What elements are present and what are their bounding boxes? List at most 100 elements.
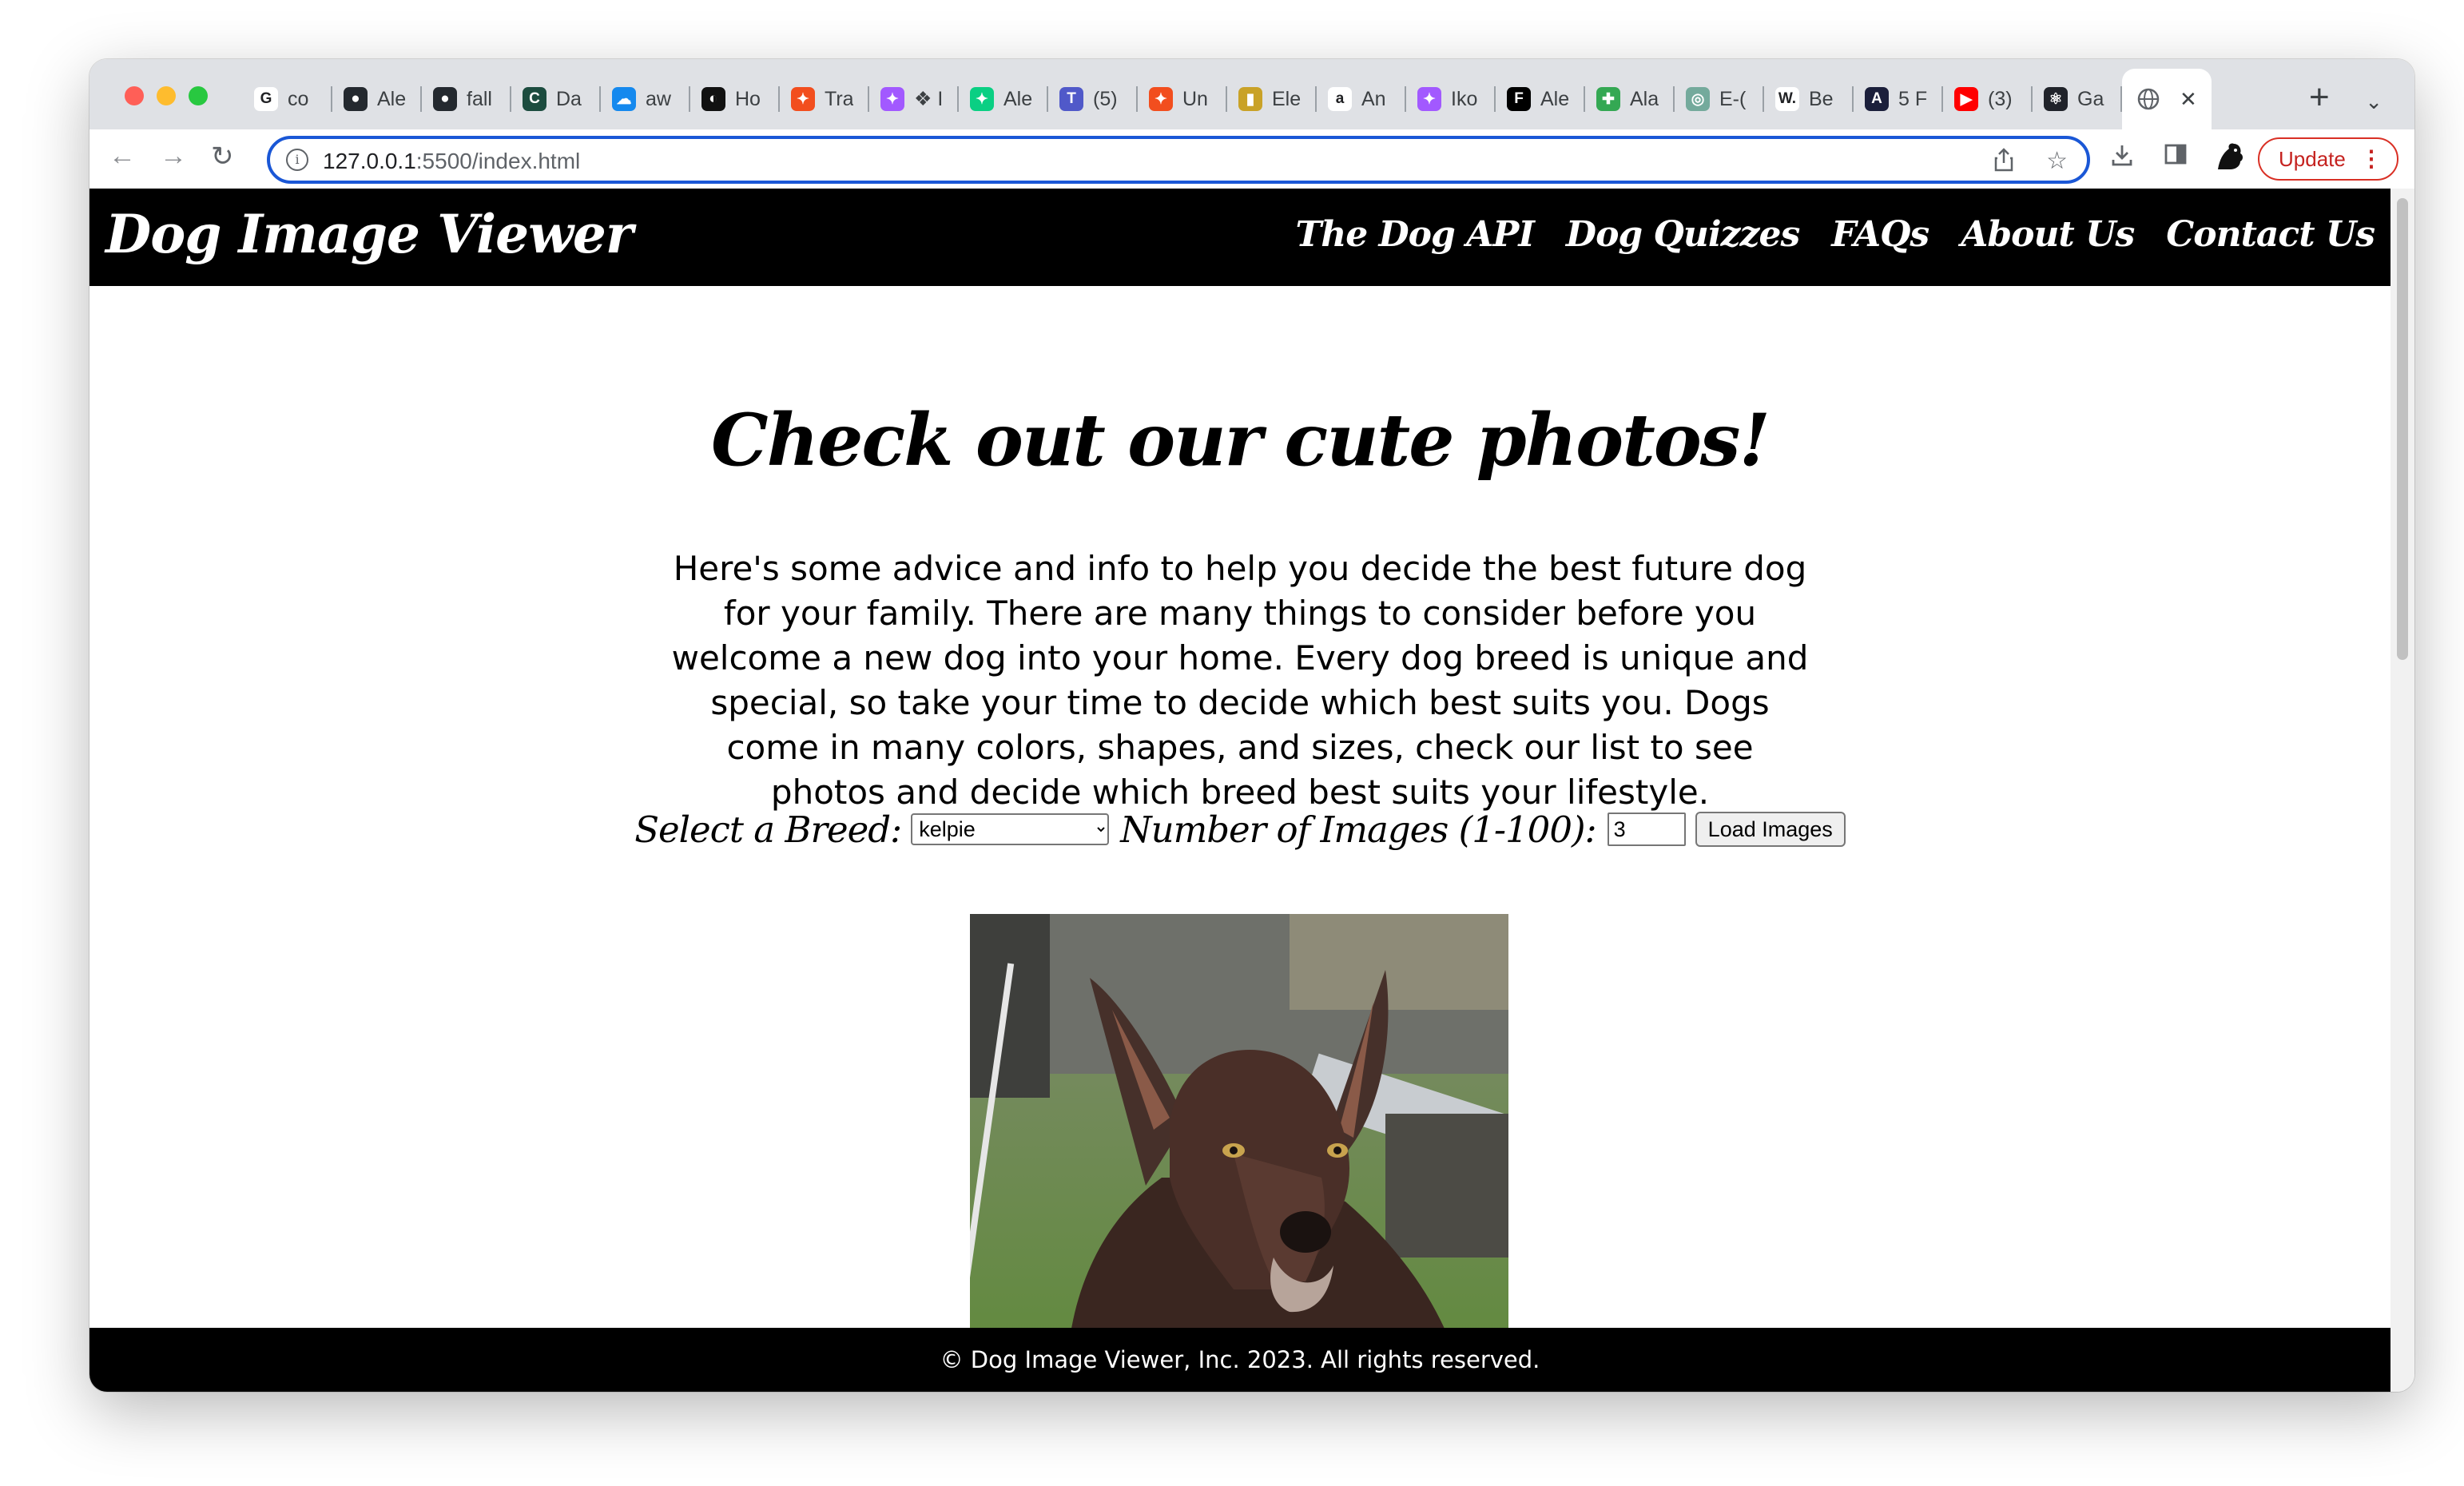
bookmark-star-icon[interactable]: ☆: [2046, 147, 2068, 175]
browser-tab[interactable]: ⚛ Ga: [2033, 69, 2122, 129]
tab-title: Ale: [1540, 87, 1569, 110]
tab-search-chevron-icon[interactable]: ⌄: [2365, 89, 2383, 114]
side-panel-icon[interactable]: [2164, 142, 2188, 173]
nav-link-faqs[interactable]: FAQs: [1831, 214, 1929, 255]
tab-title: Iko: [1451, 87, 1478, 110]
tab-active[interactable]: ✕: [2122, 69, 2212, 129]
tab-title: E-(: [1719, 87, 1747, 110]
address-bar[interactable]: i 127.0.0.1:5500/index.html ☆: [267, 136, 2090, 184]
browser-tab[interactable]: ✦ ❖ I: [869, 69, 959, 129]
browser-tab[interactable]: ◐ Ho: [690, 69, 780, 129]
menu-dots-icon[interactable]: ⋮: [2360, 139, 2383, 179]
browser-tab[interactable]: ✦ Tra: [780, 69, 869, 129]
browser-window: Gco ● Ale ● fall C Da ☁ aw ◐ Ho ✦ Tra ✦ ❖ I ✦ Ale T (5) ✦ Un…: [89, 59, 2414, 1392]
browser-tab[interactable]: a An: [1317, 69, 1406, 129]
tab-title: (5): [1093, 87, 1118, 110]
update-button[interactable]: Update ⋮: [2258, 137, 2398, 181]
reload-icon[interactable]: ↻: [211, 141, 234, 173]
browser-tab[interactable]: T (5): [1048, 69, 1138, 129]
browser-tab[interactable]: W. Be: [1764, 69, 1854, 129]
framer-icon: F: [1507, 87, 1531, 111]
profile-avatar-icon[interactable]: [2212, 139, 2247, 181]
tab-title: Tra: [825, 87, 853, 110]
tab-title: fall: [467, 87, 492, 110]
shopping-bag-icon: ▮: [1238, 87, 1262, 111]
breed-select[interactable]: kelpie: [911, 813, 1110, 845]
nav-link-dog-api[interactable]: The Dog API: [1295, 214, 1534, 255]
count-label: Number of Images (1-100):: [1120, 808, 1596, 851]
browser-tab[interactable]: C Da: [511, 69, 601, 129]
browser-tab[interactable]: ☁ aw: [601, 69, 690, 129]
browser-tab[interactable]: ✦ Un: [1138, 69, 1227, 129]
tab-list: Gco ● Ale ● fall C Da ☁ aw ◐ Ho ✦ Tra ✦ ❖ I ✦ Ale T (5) ✦ Un…: [243, 69, 2212, 129]
figma-icon: ✦: [791, 87, 815, 111]
image-count-input[interactable]: [1607, 813, 1686, 846]
apollo-icon: A: [1865, 87, 1889, 111]
tab-title: Be: [1809, 87, 1834, 110]
breed-label: Select a Breed:: [634, 808, 902, 851]
browser-tab[interactable]: ● Ale: [332, 69, 422, 129]
browser-tab[interactable]: Gco: [243, 69, 332, 129]
close-window-button[interactable]: [125, 86, 144, 105]
salesforce-icon: ☁: [612, 87, 636, 111]
tab-title: Ala: [1630, 87, 1659, 110]
tab-title: Ale: [377, 87, 406, 110]
share-icon[interactable]: [1993, 147, 2015, 179]
nav-link-about-us[interactable]: About Us: [1961, 214, 2135, 255]
browser-tab[interactable]: ◎ E-(: [1675, 69, 1764, 129]
back-arrow-icon[interactable]: ←: [109, 141, 136, 172]
tab-title: Ga: [2077, 87, 2104, 110]
browser-tab[interactable]: ● fall: [422, 69, 511, 129]
globe-icon: [2136, 87, 2160, 111]
zoom-window-button[interactable]: [189, 86, 208, 105]
tab-title: Ele: [1272, 87, 1301, 110]
tab-title: An: [1361, 87, 1386, 110]
browser-tab[interactable]: F Ale: [1496, 69, 1585, 129]
tab-title: aw: [646, 87, 671, 110]
github-icon: ●: [344, 87, 368, 111]
site-logo[interactable]: Dog Image Viewer: [105, 203, 634, 265]
tab-title: Un: [1182, 87, 1208, 110]
amazon-icon: a: [1328, 87, 1352, 111]
page-heading: Check out our cute photos!: [711, 398, 1771, 483]
tab-title: Da: [556, 87, 582, 110]
browser-tab[interactable]: ✦ Iko: [1406, 69, 1496, 129]
colorful-logo-icon: ✚: [1596, 87, 1620, 111]
url-text[interactable]: 127.0.0.1:5500/index.html: [323, 149, 580, 174]
browser-tab[interactable]: ▶ (3): [1943, 69, 2033, 129]
wix-icon: W.: [1775, 87, 1799, 111]
tab-title: (3): [1988, 87, 2013, 110]
tab-title: co: [288, 87, 309, 110]
browser-tab[interactable]: ✚ Ala: [1585, 69, 1675, 129]
tab-title: ❖ I: [914, 88, 943, 110]
forward-arrow-icon[interactable]: →: [160, 141, 187, 172]
page-viewport: Dog Image Viewer The Dog API Dog Quizzes…: [89, 189, 2414, 1392]
browser-toolbar: ← → ↻ i 127.0.0.1:5500/index.html ☆ Upda…: [89, 129, 2414, 189]
figma-icon: ✦: [1417, 87, 1441, 111]
site-header: Dog Image Viewer The Dog API Dog Quizzes…: [89, 189, 2390, 286]
teams-icon: T: [1059, 87, 1083, 111]
breed-controls: Select a Breed: kelpie Number of Images …: [89, 804, 2390, 855]
download-icon[interactable]: [2109, 142, 2135, 174]
browser-tab[interactable]: A 5 F: [1854, 69, 1943, 129]
scrollbar-thumb[interactable]: [2397, 198, 2408, 660]
figma-icon: ✦: [880, 87, 904, 111]
dog-photo: [970, 914, 1508, 1392]
browser-tab[interactable]: ✦ Ale: [959, 69, 1048, 129]
nav-link-dog-quizzes[interactable]: Dog Quizzes: [1566, 214, 1800, 255]
github-icon: ●: [433, 87, 457, 111]
intro-paragraph: Here's some advice and info to help you …: [671, 549, 1809, 812]
react-icon: ⚛: [2044, 87, 2068, 111]
browser-tab[interactable]: ▮ Ele: [1227, 69, 1317, 129]
new-tab-button[interactable]: +: [2309, 80, 2330, 115]
site-info-icon[interactable]: i: [286, 149, 308, 171]
circle-logo-icon: ◐: [701, 87, 725, 111]
nav-link-contact-us[interactable]: Contact Us: [2166, 214, 2375, 255]
minimize-window-button[interactable]: [157, 86, 176, 105]
site-footer: © Dog Image Viewer, Inc. 2023. All right…: [89, 1328, 2390, 1392]
load-images-button[interactable]: Load Images: [1695, 812, 1846, 847]
figma-icon: ✦: [970, 87, 994, 111]
page-scrollbar[interactable]: [2390, 189, 2414, 1392]
close-tab-icon[interactable]: ✕: [2180, 87, 2197, 112]
tab-title: Ale: [1003, 87, 1032, 110]
